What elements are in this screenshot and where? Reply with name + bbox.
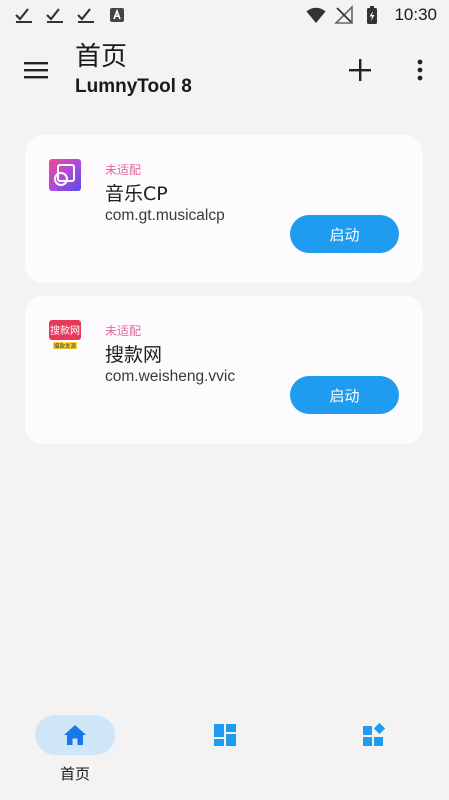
bottom-navigation: 首页 (0, 705, 449, 800)
home-icon (64, 725, 86, 745)
status-time: 10:30 (394, 5, 437, 24)
nav-item-home[interactable]: 首页 (20, 705, 130, 795)
musicalcp-app-icon (49, 159, 81, 191)
nav-label-home: 首页 (59, 765, 90, 783)
adapt-status-label: 未适配 (105, 324, 142, 338)
check-notification-icon (46, 8, 63, 23)
no-signal-icon (334, 5, 354, 24)
plus-icon (349, 59, 371, 81)
svg-text:搜款网: 搜款网 (50, 324, 80, 337)
menu-button[interactable] (20, 56, 52, 84)
svg-text:爆款发源: 爆款发源 (54, 342, 77, 350)
more-options-button[interactable] (408, 54, 432, 86)
wifi-icon (306, 7, 326, 23)
nav-item-dashboard[interactable] (170, 705, 280, 795)
app-card: 搜款网 爆款发源 未适配 搜款网 com.weisheng.vvic 启动 (25, 296, 423, 444)
nav-item-widgets[interactable] (319, 705, 429, 795)
dashboard-icon (214, 724, 236, 746)
app-card: 未适配 音乐CP com.gt.musicalcp 启动 (25, 135, 423, 283)
page-title: 首页 (75, 42, 128, 72)
widgets-icon (363, 723, 386, 746)
check-notification-icon (77, 8, 94, 23)
vvic-app-icon: 搜款网 爆款发源 (49, 320, 81, 352)
title-block: 首页 LumnyTool 8 (75, 40, 192, 99)
app-a-icon (110, 8, 124, 22)
status-bar: 10:30 (0, 0, 449, 30)
launch-button[interactable]: 启动 (290, 215, 399, 253)
app-package-name: com.weisheng.vvic (105, 368, 236, 385)
app-name: 搜款网 (105, 344, 163, 366)
adapt-status-label: 未适配 (105, 163, 142, 177)
app-bar: 首页 LumnyTool 8 (0, 30, 449, 110)
more-vert-icon (417, 59, 423, 81)
launch-button[interactable]: 启动 (290, 376, 399, 414)
battery-charging-icon (367, 6, 378, 24)
status-system: 10:30 (306, 5, 437, 25)
add-button[interactable] (344, 54, 376, 86)
status-notifications (14, 5, 127, 25)
app-name: 音乐CP (105, 183, 168, 205)
check-notification-icon (15, 8, 32, 23)
menu-icon (24, 62, 48, 79)
page-subtitle: LumnyTool 8 (75, 76, 192, 97)
app-package-name: com.gt.musicalcp (105, 207, 225, 224)
